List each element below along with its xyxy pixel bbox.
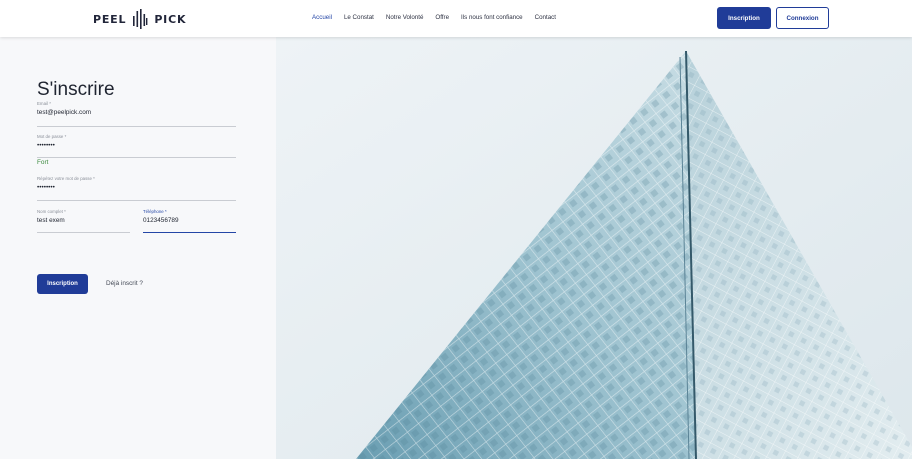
header-signup-button[interactable]: Inscription [717, 7, 771, 29]
phone-input[interactable]: 0123456789 [143, 217, 236, 224]
hero-building-image [276, 37, 912, 459]
full-name-input[interactable]: test exem [37, 217, 130, 224]
nav-le-constat[interactable]: Le Constat [344, 14, 374, 21]
nav-contact[interactable]: Contact [535, 14, 556, 21]
email-field[interactable]: Email * test@peelpick.com [37, 101, 236, 127]
email-underline [37, 126, 236, 127]
nav-offre[interactable]: Offre [435, 14, 449, 21]
building-illustration [276, 37, 912, 459]
signup-panel: S'inscrire Email * test@peelpick.com Mot… [0, 37, 276, 459]
password-label: Mot de passe * [37, 134, 67, 139]
main-nav: Accueil Le Constat Notre Volonté Offre I… [312, 14, 556, 21]
password-input[interactable]: •••••••• [37, 142, 236, 149]
nav-accueil[interactable]: Accueil [312, 14, 332, 21]
page-title: S'inscrire [37, 79, 115, 100]
nav-notre-volonte[interactable]: Notre Volonté [386, 14, 424, 21]
header-login-button[interactable]: Connexion [776, 7, 829, 29]
password-confirm-field[interactable]: Répétez votre mot de passe * •••••••• [37, 176, 236, 201]
full-name-underline [37, 232, 130, 233]
full-name-field[interactable]: Nom complet * test exem [37, 209, 130, 233]
logo-text-left: PEEL [93, 12, 127, 26]
email-label: Email * [37, 101, 51, 106]
top-header: PEEL PICK Accueil Le Constat Notre Volon… [0, 0, 912, 37]
password-underline [37, 157, 236, 158]
password-field[interactable]: Mot de passe * •••••••• [37, 134, 236, 158]
password-confirm-underline [37, 200, 236, 201]
phone-field[interactable]: Téléphone * 0123456789 [143, 209, 236, 233]
password-strength: Fort [37, 159, 49, 166]
phone-label: Téléphone * [143, 209, 167, 214]
submit-signup-button[interactable]: Inscription [37, 274, 88, 294]
email-input[interactable]: test@peelpick.com [37, 109, 236, 116]
nav-ils-nous-font-confiance[interactable]: Ils nous font confiance [461, 14, 523, 21]
full-name-label: Nom complet * [37, 209, 66, 214]
already-registered-link[interactable]: Déjà inscrit ? [106, 280, 143, 287]
logo[interactable]: PEEL PICK [93, 9, 186, 29]
logo-text-right: PICK [154, 12, 187, 26]
logo-icon [133, 9, 148, 29]
password-confirm-input[interactable]: •••••••• [37, 184, 236, 191]
phone-underline [143, 231, 236, 233]
password-confirm-label: Répétez votre mot de passe * [37, 176, 95, 181]
